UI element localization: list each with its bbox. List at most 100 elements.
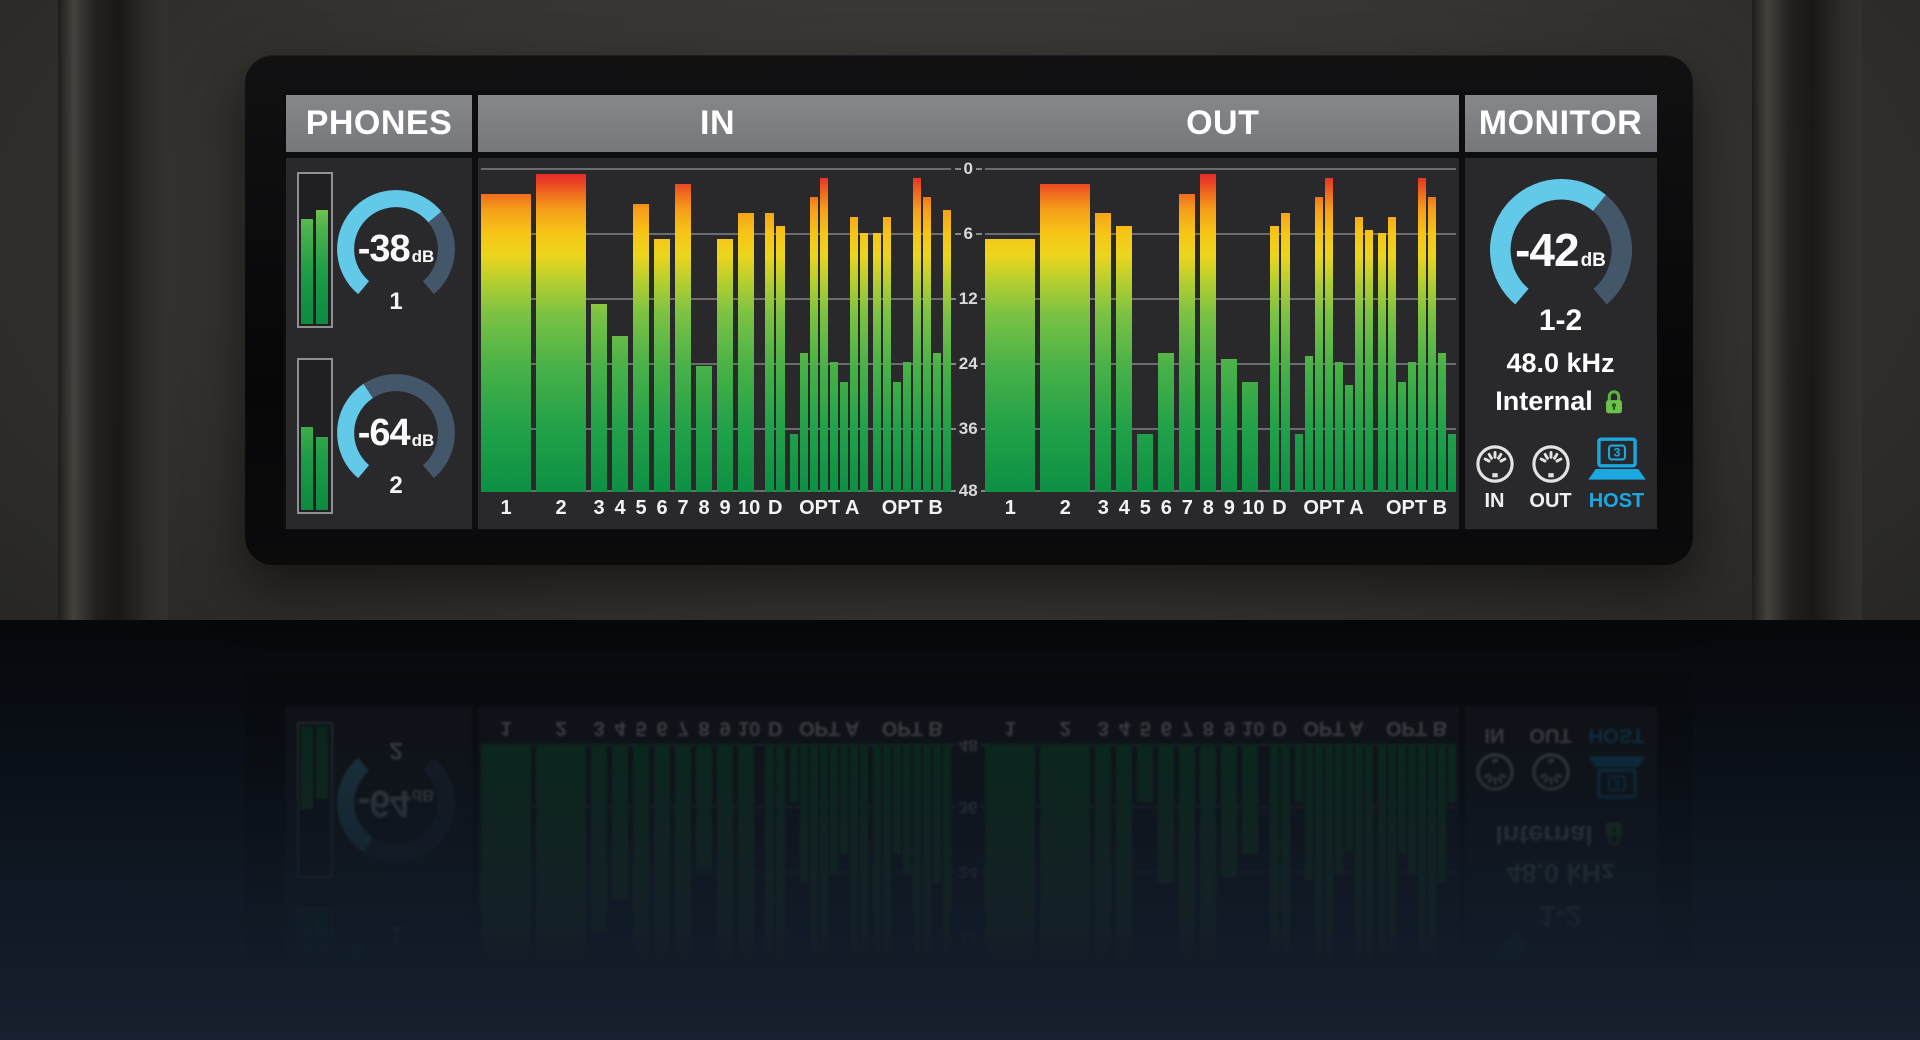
phones2-level-meter (297, 358, 333, 514)
meter-bar (1221, 359, 1237, 492)
meter-channel-8: 8 (1200, 168, 1216, 522)
meter-channel-10: 10 (1242, 168, 1264, 522)
midi-in-icon (1473, 442, 1517, 486)
meter-channel-2: 2 (1040, 168, 1090, 522)
channel-bars (1200, 168, 1216, 492)
meter-channel-7: 7 (675, 168, 691, 522)
meter-bar (1378, 233, 1386, 492)
phones-meter-bar (301, 219, 313, 324)
phones1-volume-knob[interactable]: -38 dB 1 (333, 186, 459, 312)
channel-label: 1 (481, 492, 531, 522)
channel-bars (1295, 168, 1373, 492)
channel-label: 5 (1137, 492, 1153, 522)
channel-bars (696, 168, 712, 492)
meter-bar (738, 213, 754, 492)
meter-bar (776, 226, 785, 492)
phones-body: -38 dB 1 -64 dB 2 (286, 158, 472, 529)
meter-bar (830, 362, 838, 492)
meter-bar (1335, 362, 1343, 492)
meter-bar (717, 239, 733, 492)
channel-bars (1242, 168, 1264, 492)
meter-bar (1398, 382, 1406, 492)
host-label: HOST (1585, 490, 1649, 513)
meter-channel-opt-a: OPT A (1295, 168, 1373, 522)
display-screen: PHONES -38 dB 1 - (283, 91, 1655, 531)
meter-channel-5: 5 (1137, 168, 1153, 522)
meter-bar (1305, 356, 1313, 492)
channel-bars (654, 168, 670, 492)
phones-meter-bar (316, 210, 328, 324)
lock-icon (1602, 388, 1626, 416)
phones-header: PHONES (286, 95, 472, 152)
meter-channel-d: D (765, 168, 785, 522)
channel-bars (1040, 168, 1090, 492)
monitor-channel-pair: 1-2 (1465, 304, 1657, 338)
channel-label: 9 (717, 492, 733, 522)
reflective-surface (0, 620, 1920, 1040)
phones2-volume-knob[interactable]: -64 dB 2 (333, 370, 459, 496)
meter-bar (1388, 217, 1396, 492)
meter-bar (1428, 197, 1436, 492)
meter-bar (1158, 353, 1174, 492)
channel-label: OPT B (1378, 492, 1456, 522)
channel-label: 8 (696, 492, 712, 522)
meter-bar (933, 353, 941, 492)
channel-label: 6 (1158, 492, 1174, 522)
meter-channel-3: 3 (1095, 168, 1111, 522)
out-meter-group: 12345678910DOPT AOPT B (985, 158, 1455, 529)
channel-label: OPT A (790, 492, 868, 522)
meter-bar (800, 353, 808, 492)
channel-bars (1221, 168, 1237, 492)
db-scale-tick: 48 (951, 480, 985, 502)
meter-channel-6: 6 (654, 168, 670, 522)
meter-bar (591, 304, 607, 492)
meter-bar (1438, 353, 1446, 492)
meter-channel-d: D (1270, 168, 1290, 522)
channel-label: 4 (1116, 492, 1132, 522)
phones1-level-meter (297, 172, 333, 328)
meter-bar (850, 217, 858, 492)
meter-bar (1281, 213, 1290, 492)
meter-channel-7: 7 (1179, 168, 1195, 522)
meter-channels: 12345678910DOPT AOPT B (481, 158, 951, 522)
channel-label: 7 (1179, 492, 1195, 522)
channel-label: D (765, 492, 785, 522)
meter-bar (873, 233, 881, 492)
meter-bar (790, 434, 798, 492)
meter-bar (1418, 178, 1426, 492)
channel-bars (1378, 168, 1456, 492)
port-labels: IN OUT HOST (1465, 490, 1657, 513)
channel-label: 4 (612, 492, 628, 522)
channel-bars (1158, 168, 1174, 492)
phones1-channel-label: 1 (333, 288, 459, 316)
meter-channel-9: 9 (717, 168, 733, 522)
scene: PHONES -38 dB 1 - (0, 0, 1920, 1040)
channel-label: 10 (1242, 492, 1264, 522)
channel-bars (1137, 168, 1153, 492)
channel-bars (1270, 168, 1290, 492)
meter-channel-10: 10 (738, 168, 760, 522)
db-scale-tick: 12 (951, 288, 985, 310)
meter-bar (1116, 226, 1132, 492)
channel-label: D (1270, 492, 1290, 522)
channel-bars (675, 168, 691, 492)
meter-bar (1200, 174, 1216, 492)
meter-bar (1095, 213, 1111, 492)
meter-bar (1040, 184, 1090, 492)
meter-bar (903, 362, 911, 492)
meter-bar (820, 178, 828, 492)
meter-bar (654, 239, 670, 492)
meter-bar (481, 194, 531, 492)
channel-label: 10 (738, 492, 760, 522)
channel-bars (765, 168, 785, 492)
meter-bar (860, 233, 868, 492)
meter-bar (810, 197, 818, 492)
meter-channel-opt-a: OPT A (790, 168, 868, 522)
monitor-section: MONITOR -42 dB 1-2 48.0 kHz Internal (1465, 95, 1657, 529)
meter-channel-4: 4 (1116, 168, 1132, 522)
meter-channel-5: 5 (633, 168, 649, 522)
channel-label: 9 (1221, 492, 1237, 522)
channel-bars (1179, 168, 1195, 492)
channel-label: 5 (633, 492, 649, 522)
midi-in-label: IN (1473, 490, 1517, 513)
